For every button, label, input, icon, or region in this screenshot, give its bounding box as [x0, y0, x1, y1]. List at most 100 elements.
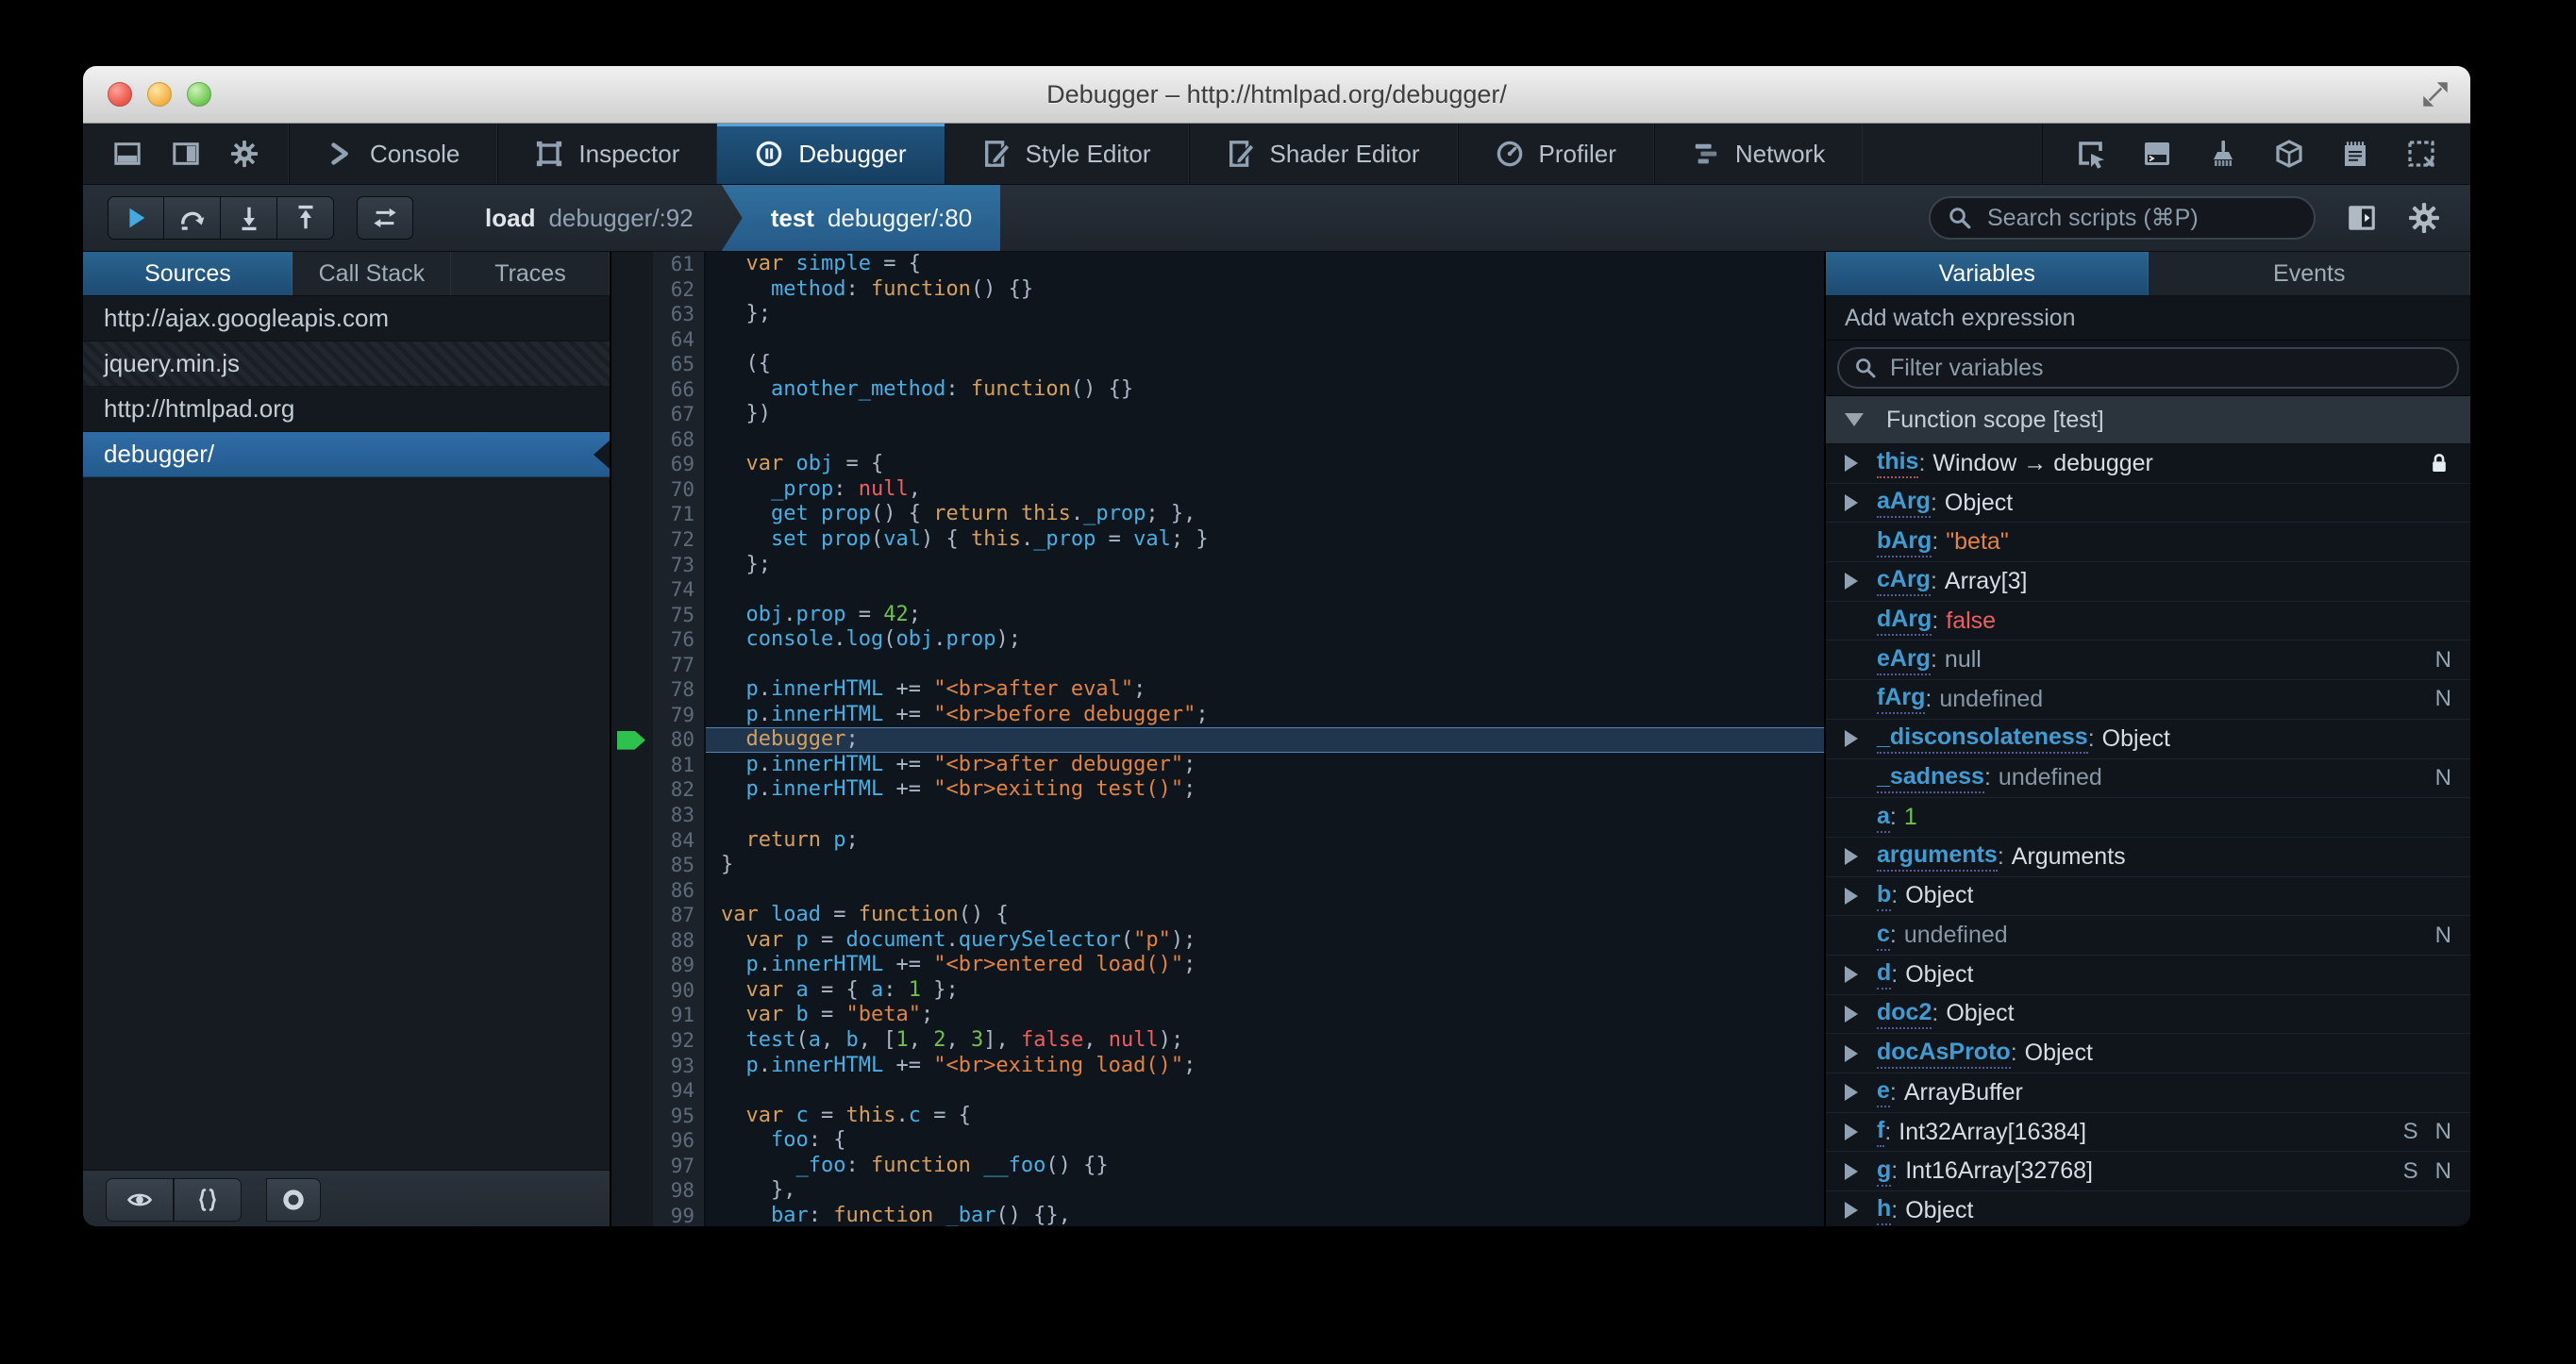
- tab-traces[interactable]: Traces: [451, 252, 610, 295]
- variable-row[interactable]: arguments: Arguments: [1826, 838, 2470, 877]
- line-number[interactable]: 75: [653, 603, 706, 628]
- toggle-panes-button[interactable]: [2346, 202, 2378, 234]
- tab-debugger[interactable]: Debugger: [717, 124, 945, 184]
- line-number[interactable]: 76: [653, 627, 706, 653]
- expand-arrow-icon[interactable]: [1845, 848, 1858, 866]
- code-text[interactable]: var a = { a: 1 };: [706, 978, 1824, 1004]
- step-in-button[interactable]: [221, 196, 277, 240]
- code-text[interactable]: [706, 653, 1824, 678]
- titlebar[interactable]: Debugger – http://htmlpad.org/debugger/: [83, 66, 2470, 124]
- breakpoint-gutter-cell[interactable]: [611, 1128, 653, 1154]
- line-number[interactable]: 94: [653, 1078, 706, 1104]
- line-number[interactable]: 66: [653, 377, 706, 403]
- expand-arrow-icon[interactable]: [1845, 966, 1858, 984]
- tab-console[interactable]: Console: [289, 124, 497, 184]
- source-item-http-ajax-googleapis-com[interactable]: http://ajax.googleapis.com: [83, 296, 610, 341]
- line-number[interactable]: 84: [653, 828, 706, 854]
- breadcrumb-item-test[interactable]: test debugger/:80: [721, 185, 1001, 251]
- code-text[interactable]: var p = document.querySelector("p");: [706, 928, 1824, 954]
- code-text[interactable]: p.innerHTML += "<br>after eval";: [706, 677, 1824, 703]
- dock-side-button[interactable]: [172, 140, 200, 168]
- line-number[interactable]: 77: [653, 653, 706, 678]
- line-number[interactable]: 78: [653, 677, 706, 703]
- variable-row[interactable]: eArg: null N: [1826, 640, 2470, 681]
- code-text[interactable]: [706, 1078, 1824, 1104]
- breakpoint-gutter-cell[interactable]: [611, 953, 653, 978]
- expand-arrow-icon[interactable]: [1845, 1123, 1858, 1141]
- line-number[interactable]: 88: [653, 928, 706, 954]
- variable-row[interactable]: doc2: Object: [1826, 995, 2470, 1035]
- breakpoint-gutter-cell[interactable]: [611, 1104, 653, 1129]
- variable-row[interactable]: c: undefined N: [1826, 916, 2470, 956]
- line-number[interactable]: 93: [653, 1054, 706, 1079]
- breakpoint-gutter-cell[interactable]: [611, 553, 653, 578]
- line-number[interactable]: 64: [653, 327, 706, 353]
- pretty-print-button[interactable]: [174, 1178, 242, 1222]
- line-number[interactable]: 72: [653, 527, 706, 553]
- expand-arrow-icon[interactable]: [1845, 730, 1858, 748]
- source-item-http-htmlpad-org[interactable]: http://htmlpad.org: [83, 387, 610, 432]
- tab-shader-editor[interactable]: Shader Editor: [1189, 124, 1458, 184]
- paintbrush-icon[interactable]: [2208, 139, 2238, 169]
- resume-button[interactable]: [108, 196, 164, 240]
- line-number[interactable]: 92: [653, 1028, 706, 1054]
- breakpoint-gutter-cell[interactable]: [611, 1028, 653, 1054]
- code-text[interactable]: [706, 577, 1824, 603]
- filter-variables-box[interactable]: [1837, 347, 2459, 389]
- pick-element-icon[interactable]: [2076, 139, 2106, 169]
- code-text[interactable]: return p;: [706, 828, 1824, 854]
- tab-network[interactable]: Network: [1654, 124, 1863, 184]
- line-number[interactable]: 95: [653, 1104, 706, 1129]
- breakpoint-gutter-cell[interactable]: [611, 1204, 653, 1226]
- code-text[interactable]: }): [706, 402, 1824, 427]
- code-text[interactable]: }: [706, 853, 1824, 878]
- variable-row[interactable]: g: Int16Array[32768] S N: [1826, 1152, 2470, 1192]
- split-console-icon[interactable]: [2142, 139, 2172, 169]
- pause-on-exceptions-button[interactable]: [266, 1178, 321, 1222]
- code-text[interactable]: var c = this.c = {: [706, 1104, 1824, 1129]
- variable-row[interactable]: h: Object: [1826, 1191, 2470, 1226]
- variable-row[interactable]: cArg: Array[3]: [1826, 562, 2470, 602]
- code-text[interactable]: var b = "beta";: [706, 1003, 1824, 1028]
- breakpoint-gutter-cell[interactable]: [611, 603, 653, 628]
- search-scripts-input[interactable]: [1985, 203, 2297, 233]
- code-text[interactable]: var simple = {: [706, 252, 1824, 277]
- line-number[interactable]: 90: [653, 978, 706, 1004]
- line-number[interactable]: 85: [653, 853, 706, 878]
- code-text[interactable]: bar: function _bar() {},: [706, 1204, 1824, 1226]
- breakpoint-gutter-cell[interactable]: [611, 878, 653, 904]
- search-scripts-box[interactable]: [1929, 196, 2316, 240]
- line-number[interactable]: 79: [653, 703, 706, 728]
- tab-events[interactable]: Events: [2149, 252, 2471, 295]
- code-text[interactable]: [706, 803, 1824, 828]
- code-text[interactable]: _prop: null,: [706, 477, 1824, 503]
- breakpoint-gutter-cell[interactable]: [611, 427, 653, 453]
- code-text[interactable]: another_method: function() {}: [706, 377, 1824, 403]
- variable-row[interactable]: aArg: Object: [1826, 484, 2470, 524]
- variable-row[interactable]: dArg: false: [1826, 602, 2470, 641]
- expand-arrow-icon[interactable]: [1845, 1044, 1858, 1062]
- code-editor[interactable]: 61 var simple = {62 method: function() {…: [611, 252, 1824, 1226]
- line-number[interactable]: 89: [653, 953, 706, 978]
- line-number[interactable]: 98: [653, 1178, 706, 1204]
- tab-variables[interactable]: Variables: [1826, 252, 2149, 295]
- breakpoint-gutter-cell[interactable]: [611, 928, 653, 954]
- code-text[interactable]: [706, 327, 1824, 353]
- expand-arrow-icon[interactable]: [1845, 887, 1858, 905]
- debugger-options-button[interactable]: [2408, 202, 2440, 234]
- line-number[interactable]: 67: [653, 402, 706, 427]
- dock-bottom-button[interactable]: [113, 140, 142, 168]
- line-number[interactable]: 97: [653, 1154, 706, 1179]
- breakpoint-gutter-cell[interactable]: [611, 1078, 653, 1104]
- tilt-3d-icon[interactable]: [2274, 139, 2304, 169]
- line-number[interactable]: 69: [653, 452, 706, 477]
- code-text[interactable]: },: [706, 1178, 1824, 1204]
- tab-inspector[interactable]: Inspector: [497, 124, 717, 184]
- close-button[interactable]: [108, 82, 132, 107]
- variable-row[interactable]: _disconsolateness: Object: [1826, 720, 2470, 759]
- code-text[interactable]: test(a, b, [1, 2, 3], false, null);: [706, 1028, 1824, 1054]
- breakpoint-gutter-cell[interactable]: [611, 502, 653, 527]
- breakpoint-gutter-cell[interactable]: [611, 477, 653, 503]
- breakpoint-gutter-cell[interactable]: [611, 327, 653, 353]
- code-text[interactable]: p.innerHTML += "<br>before debugger";: [706, 703, 1824, 728]
